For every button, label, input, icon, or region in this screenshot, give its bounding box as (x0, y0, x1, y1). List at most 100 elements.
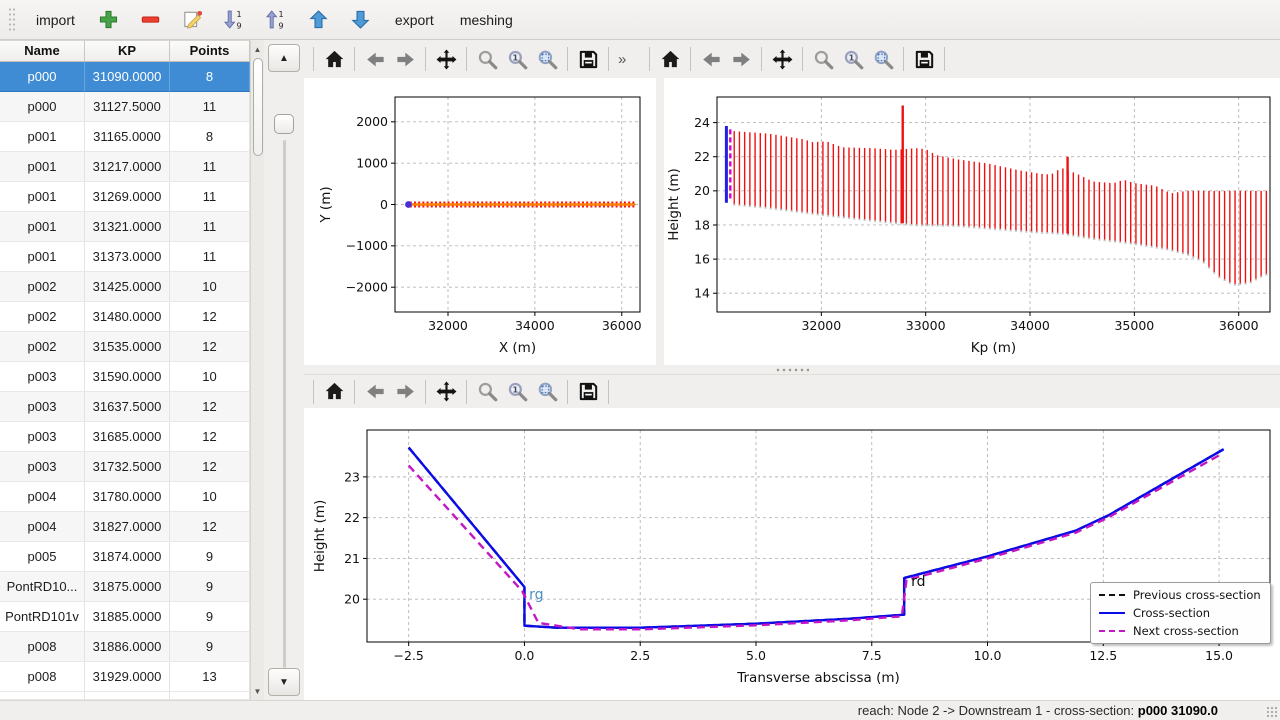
table-cell[interactable]: p002 (0, 272, 85, 302)
table-cell[interactable]: 31637.5000 (85, 392, 170, 422)
table-cell[interactable]: 31480.0000 (85, 302, 170, 332)
plan-view-plot[interactable]: 320003400036000−2000−1000010002000X (m)Y… (304, 78, 656, 365)
table-cell[interactable]: p001 (0, 182, 85, 212)
table-cell[interactable]: 31165.0000 (85, 122, 170, 152)
table-row[interactable]: p00331732.500012 (0, 452, 250, 482)
zoom-one-button[interactable]: 1 (502, 44, 532, 74)
table-cell[interactable]: p001 (0, 242, 85, 272)
table-row[interactable]: p00031090.00008 (0, 62, 250, 92)
table-cell[interactable]: PontRD10... (0, 572, 85, 602)
export-button[interactable]: export (389, 8, 440, 32)
window-resize-grip[interactable] (1266, 706, 1278, 718)
table-cell[interactable]: p000 (0, 62, 85, 92)
sort-descending-button[interactable]: 19 (221, 6, 249, 34)
table-cell[interactable]: 31929.0000 (85, 662, 170, 692)
table-row[interactable]: p00331685.000012 (0, 422, 250, 452)
table-cell[interactable]: p004 (0, 482, 85, 512)
column-header-kp[interactable]: KP (85, 41, 170, 61)
table-row[interactable]: p00231480.000012 (0, 302, 250, 332)
table-row[interactable]: p00431827.000012 (0, 512, 250, 542)
table-cell[interactable]: p003 (0, 422, 85, 452)
table-cell[interactable]: 8 (170, 62, 250, 92)
table-cell[interactable]: p004 (0, 512, 85, 542)
table-cell[interactable]: 31425.0000 (85, 272, 170, 302)
table-cell[interactable]: 31535.0000 (85, 332, 170, 362)
table-cell[interactable]: 9 (170, 632, 250, 662)
table-cell[interactable]: 12 (170, 422, 250, 452)
table-cell[interactable]: 31217.0000 (85, 152, 170, 182)
table-row[interactable]: p00531874.00009 (0, 542, 250, 572)
table-cell[interactable]: 31780.0000 (85, 482, 170, 512)
zoom-fit-button[interactable] (868, 44, 898, 74)
home-button[interactable] (319, 44, 349, 74)
table-row[interactable]: p00831929.000013 (0, 662, 250, 692)
cross-section-plot[interactable]: rgrd−2.50.02.55.07.510.012.515.020212223… (304, 408, 1280, 700)
table-row[interactable]: p00231425.000010 (0, 272, 250, 302)
column-header-points[interactable]: Points (170, 41, 250, 61)
meshing-button[interactable]: meshing (454, 8, 519, 32)
edit-cross-section-button[interactable] (179, 6, 207, 34)
move-up-button[interactable] (305, 6, 333, 34)
table-cell[interactable]: 31732.5000 (85, 452, 170, 482)
table-cell[interactable]: 31127.5000 (85, 92, 170, 122)
home-button[interactable] (319, 377, 349, 407)
pan-button[interactable] (431, 44, 461, 74)
table-cell[interactable]: 31827.0000 (85, 512, 170, 542)
forward-button[interactable] (726, 44, 756, 74)
back-button[interactable] (696, 44, 726, 74)
table-row[interactable]: p00331637.500012 (0, 392, 250, 422)
table-cell[interactable]: 10 (170, 272, 250, 302)
table-cell[interactable]: 9 (170, 542, 250, 572)
toolbar-overflow-button[interactable]: » (614, 51, 630, 68)
table-cell[interactable]: 11 (170, 152, 250, 182)
scrollbar-thumb[interactable] (253, 58, 263, 156)
table-row[interactable]: p00131165.00008 (0, 122, 250, 152)
table-row[interactable]: PontRD10...31875.00009 (0, 572, 250, 602)
slider-track[interactable] (283, 140, 286, 668)
table-cell[interactable]: p003 (0, 392, 85, 422)
table-cell[interactable]: 10 (170, 482, 250, 512)
table-cell[interactable]: 12 (170, 512, 250, 542)
table-cell[interactable]: 11 (170, 212, 250, 242)
table-row[interactable]: p00231535.000012 (0, 332, 250, 362)
table-cell[interactable]: p000 (0, 92, 85, 122)
table-cell[interactable]: p001 (0, 122, 85, 152)
slider-thumb[interactable] (274, 114, 294, 134)
move-down-button[interactable] (347, 6, 375, 34)
column-header-name[interactable]: Name (0, 41, 85, 61)
zoom-button[interactable] (808, 44, 838, 74)
scrollbar-down-arrow-icon[interactable]: ▼ (251, 684, 264, 698)
save-button[interactable] (909, 44, 939, 74)
back-button[interactable] (360, 377, 390, 407)
table-cell[interactable]: 12 (170, 302, 250, 332)
scrollbar-up-arrow-icon[interactable]: ▲ (251, 42, 264, 56)
table-cell[interactable]: p005 (0, 542, 85, 572)
zoom-fit-button[interactable] (532, 44, 562, 74)
home-button[interactable] (655, 44, 685, 74)
table-cell[interactable]: p008 (0, 662, 85, 692)
slider-up-button[interactable]: ▲ (268, 44, 300, 72)
zoom-button[interactable] (472, 377, 502, 407)
save-button[interactable] (573, 377, 603, 407)
table-cell[interactable]: p001 (0, 152, 85, 182)
add-cross-section-button[interactable] (95, 6, 123, 34)
save-button[interactable] (573, 44, 603, 74)
table-cell[interactable]: 31875.0000 (85, 572, 170, 602)
table-row[interactable]: p00131217.000011 (0, 152, 250, 182)
table-row[interactable]: p00431780.000010 (0, 482, 250, 512)
slider-down-button[interactable]: ▼ (268, 668, 300, 696)
zoom-one-button[interactable]: 1 (502, 377, 532, 407)
table-cell[interactable]: 31886.0000 (85, 632, 170, 662)
zoom-one-button[interactable]: 1 (838, 44, 868, 74)
table-row[interactable]: p00131321.000011 (0, 212, 250, 242)
forward-button[interactable] (390, 44, 420, 74)
back-button[interactable] (360, 44, 390, 74)
figure-splitter-horizontal[interactable] (304, 365, 1280, 374)
table-cell[interactable]: p003 (0, 452, 85, 482)
table-row[interactable]: p00031127.500011 (0, 92, 250, 122)
table-cell[interactable]: 10 (170, 362, 250, 392)
table-cell[interactable]: 11 (170, 182, 250, 212)
table-row[interactable]: PontRD101v31885.00009 (0, 602, 250, 632)
table-cell[interactable]: 31373.0000 (85, 242, 170, 272)
table-cell[interactable]: 31874.0000 (85, 542, 170, 572)
